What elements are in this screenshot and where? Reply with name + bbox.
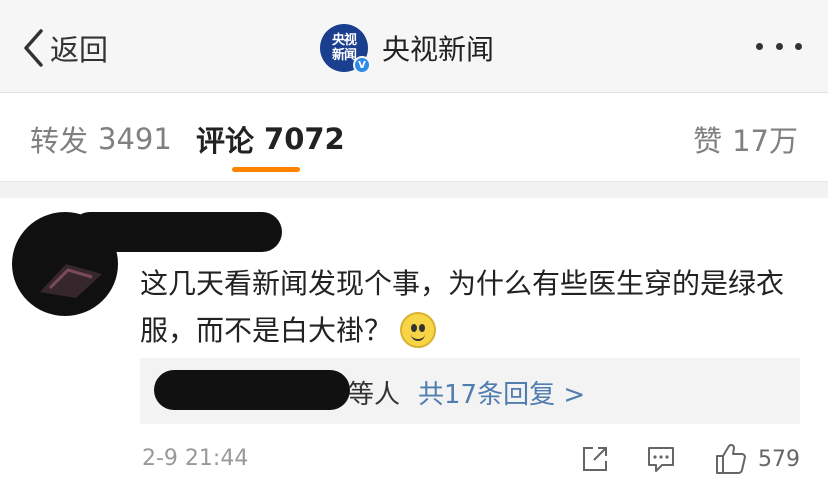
comment-icon[interactable] (646, 444, 676, 474)
thumbs-up-icon (716, 443, 746, 474)
chevron-left-icon (24, 29, 43, 67)
comment-timestamp: 2-9 21:44 (142, 446, 249, 471)
tab-repost-label: 转发 (30, 124, 89, 158)
more-dots-icon[interactable] (756, 36, 802, 56)
tab-comment[interactable]: 评论 7072 (196, 119, 345, 159)
weibo-comment-page: 返回 央视新闻 V 央视新闻 转发 3491 评论 7072 赞 17万 这几天… (0, 0, 828, 498)
more-dot (795, 42, 802, 50)
comment-item: 这几天看新闻发现个事，为什么有些医生穿的是绿衣服，而不是白大褂？ 等人 共17条… (0, 198, 828, 498)
replier-name-redacted (154, 370, 350, 410)
tab-repost[interactable]: 转发 3491 (30, 119, 172, 159)
channel-header[interactable]: 央视新闻 V 央视新闻 (320, 24, 494, 74)
more-dot (756, 42, 763, 50)
like-button[interactable]: 579 (714, 442, 800, 476)
username-redacted[interactable] (70, 212, 282, 252)
navigation-bar: 返回 央视新闻 V 央视新闻 (0, 0, 828, 93)
comment-body: 这几天看新闻发现个事，为什么有些医生穿的是绿衣服，而不是白大褂？ (140, 267, 785, 347)
replies-suffix: 等人 (348, 380, 401, 410)
section-divider (0, 181, 828, 198)
avatar-image (40, 264, 102, 298)
more-dot (775, 42, 783, 50)
comment-text: 这几天看新闻发现个事，为什么有些医生穿的是绿衣服，而不是白大褂？ (140, 260, 805, 354)
smile-emoji-icon (400, 312, 437, 348)
comment-footer: 2-9 21:44 579 (140, 442, 800, 476)
like-count: 579 (758, 446, 800, 472)
channel-name[interactable]: 央视新闻 (382, 28, 494, 68)
active-tab-indicator (232, 167, 300, 172)
replies-summary: 等人 共17条回复 > (348, 374, 585, 411)
tab-likes-count: 17万 (732, 124, 798, 158)
back-label: 返回 (50, 33, 109, 67)
back-button[interactable]: 返回 (22, 26, 108, 70)
tab-likes[interactable]: 赞 17万 (693, 119, 798, 159)
replies-preview[interactable]: 等人 共17条回复 > (140, 358, 800, 424)
tab-bar: 转发 3491 评论 7072 赞 17万 (0, 93, 828, 181)
verified-badge-icon: V (353, 56, 371, 74)
tab-comment-count: 7072 (264, 122, 345, 156)
tab-repost-count: 3491 (98, 122, 172, 156)
share-icon[interactable] (580, 444, 610, 474)
view-replies-link[interactable]: 共17条回复 > (418, 374, 585, 411)
tab-likes-label: 赞 (693, 124, 723, 158)
tab-comment-label: 评论 (196, 124, 255, 158)
channel-logo[interactable]: 央视新闻 V (320, 24, 371, 74)
